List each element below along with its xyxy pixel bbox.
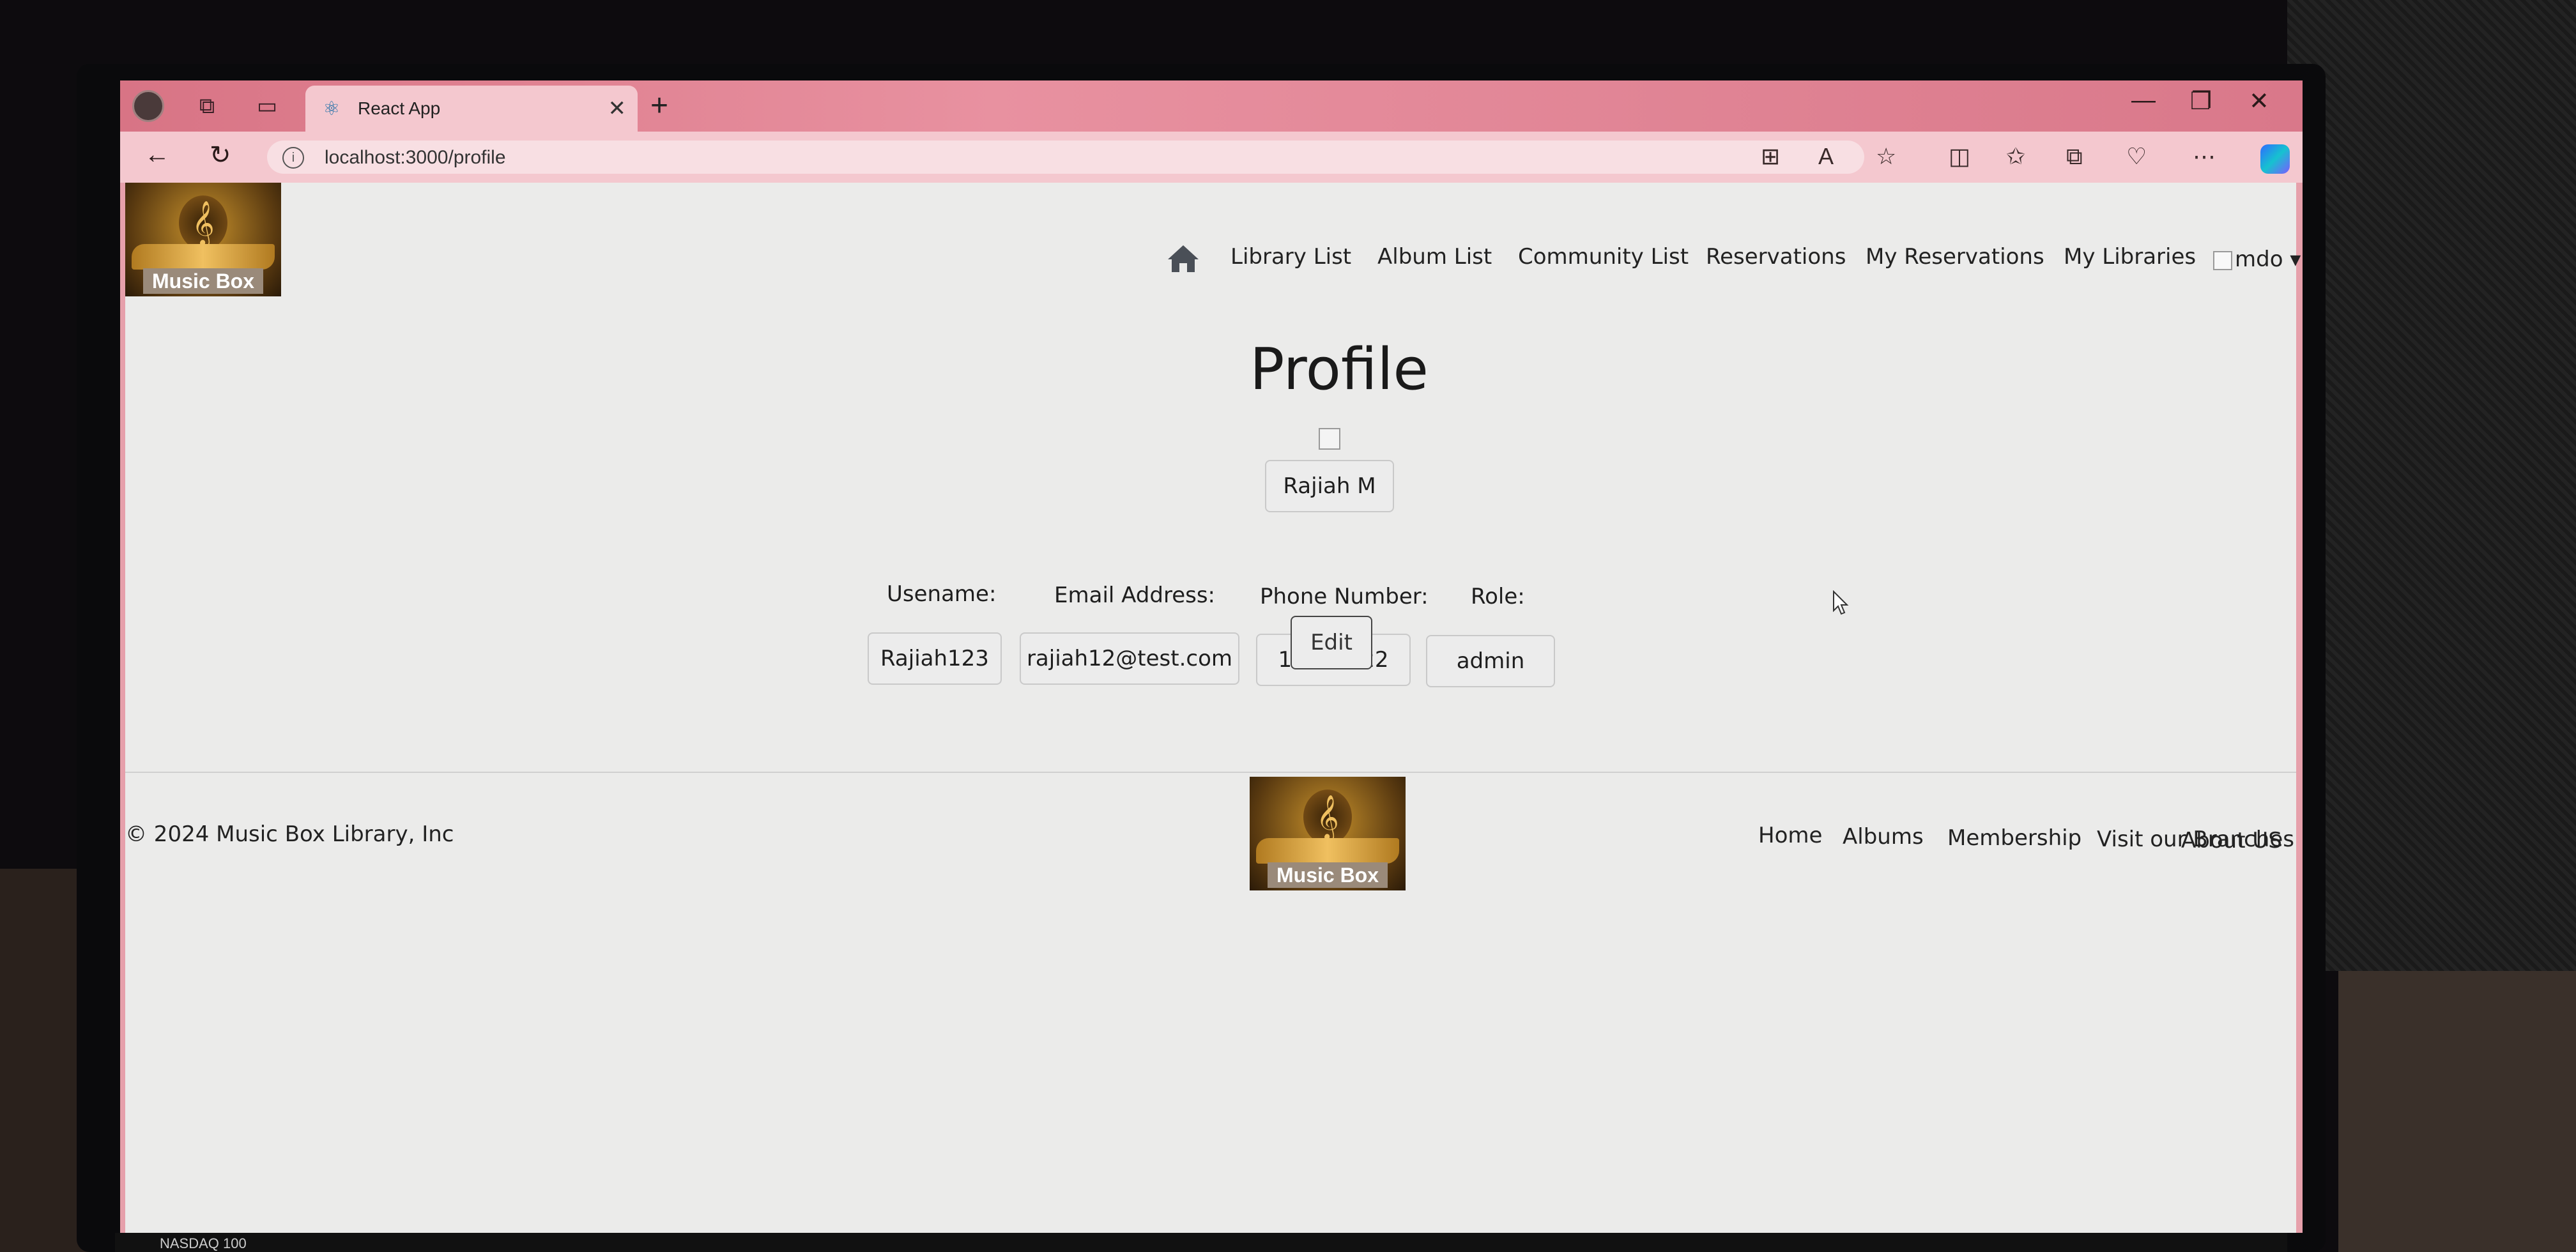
footer-link-albums[interactable]: Albums	[1843, 824, 1924, 850]
close-tab-icon[interactable]: ✕	[608, 96, 627, 121]
nav-reservations[interactable]: Reservations	[1706, 244, 1846, 270]
edit-button[interactable]: Edit	[1291, 616, 1372, 669]
profile-avatar-icon[interactable]	[132, 89, 165, 123]
user-name: mdo	[2235, 247, 2283, 272]
logo-text: Music Box	[143, 268, 263, 294]
taskbar: NASDAQ 100	[115, 1233, 2287, 1252]
new-tab-icon[interactable]: +	[650, 89, 668, 123]
footer-logo-text: Music Box	[1268, 862, 1388, 888]
nav-my-libraries[interactable]: My Libraries	[2064, 244, 2196, 270]
user-menu[interactable]: mdo ▼	[2213, 247, 2301, 272]
home-icon[interactable]	[1167, 244, 1200, 273]
favorites-list-icon[interactable]: ✩	[2006, 143, 2025, 170]
url-text[interactable]: localhost:3000/profile	[325, 147, 506, 169]
broken-avatar-image	[2213, 250, 2232, 270]
web-page: 𝄞 Music Box Library List Album List Comm…	[125, 183, 2301, 1233]
footer-link-membership[interactable]: Membership	[1947, 825, 2082, 851]
reload-icon[interactable]: ↻	[210, 141, 231, 170]
nav-library-list[interactable]: Library List	[1230, 244, 1351, 270]
browser-window: ⧉ ▭ ⚛ React App ✕ + — ❐ ✕ ← ↻ i localhos…	[120, 80, 2303, 1233]
background-fabric	[2287, 0, 2576, 971]
footer-divider	[125, 772, 2296, 773]
full-name-box: Rajiah M	[1265, 460, 1394, 512]
site-logo[interactable]: 𝄞 Music Box	[125, 183, 281, 296]
more-menu-icon[interactable]: ⋯	[2193, 143, 2216, 170]
footer-logo[interactable]: 𝄞 Music Box	[1250, 777, 1406, 890]
username-value: Rajiah123	[868, 632, 1002, 685]
address-bar[interactable]: i localhost:3000/profile	[267, 141, 1864, 174]
email-value: rajiah12@test.com	[1020, 632, 1239, 685]
tab-bar: ⧉ ▭ ⚛ React App ✕ + — ❐ ✕	[120, 80, 2303, 132]
role-value: admin	[1426, 635, 1555, 687]
profile-image-broken	[1319, 428, 1340, 450]
nav-my-reservations[interactable]: My Reservations	[1866, 244, 2044, 270]
address-toolbar: ← ↻ i localhost:3000/profile ⊞ A ☆ ◫ ✩ ⧉…	[120, 132, 2303, 183]
browser-essentials-icon[interactable]: ♡	[2126, 143, 2147, 170]
react-favicon-icon: ⚛	[323, 98, 341, 119]
browser-tab-active[interactable]: ⚛ React App ✕	[305, 86, 638, 132]
background-desk-right	[2338, 971, 2576, 1252]
split-screen-icon[interactable]: ◫	[1949, 143, 1970, 170]
tab-actions-icon[interactable]: ▭	[250, 89, 284, 123]
restore-icon[interactable]: ❐	[2190, 87, 2212, 116]
collections-icon[interactable]: ⧉	[2066, 143, 2083, 171]
read-aloud-icon[interactable]: A	[1818, 143, 1834, 170]
chevron-down-icon: ▼	[2290, 252, 2301, 268]
email-label: Email Address:	[1054, 583, 1215, 608]
phone-label: Phone Number:	[1260, 584, 1429, 609]
copilot-icon[interactable]	[2260, 144, 2290, 174]
footer-link-about[interactable]: About US	[2181, 828, 2282, 853]
mouse-cursor-icon	[1833, 590, 1849, 615]
page-title: Profile	[1250, 336, 1429, 403]
back-arrow-icon[interactable]: ←	[144, 141, 170, 169]
username-label: Usename:	[887, 581, 997, 607]
nav-album-list[interactable]: Album List	[1377, 244, 1492, 270]
app-available-icon[interactable]: ⊞	[1761, 143, 1780, 170]
favorite-star-icon[interactable]: ☆	[1876, 143, 1896, 170]
site-info-icon[interactable]: i	[282, 147, 304, 169]
close-window-icon[interactable]: ✕	[2249, 87, 2269, 116]
copyright-text: © 2024 Music Box Library, Inc	[125, 821, 454, 847]
tab-title: React App	[358, 98, 441, 118]
taskbar-ticker[interactable]: NASDAQ 100	[160, 1235, 247, 1252]
workspaces-icon[interactable]: ⧉	[190, 89, 224, 123]
footer-link-home[interactable]: Home	[1758, 823, 1822, 848]
minimize-icon[interactable]: —	[2131, 87, 2156, 114]
nav-community-list[interactable]: Community List	[1518, 244, 1689, 270]
role-label: Role:	[1471, 584, 1525, 609]
